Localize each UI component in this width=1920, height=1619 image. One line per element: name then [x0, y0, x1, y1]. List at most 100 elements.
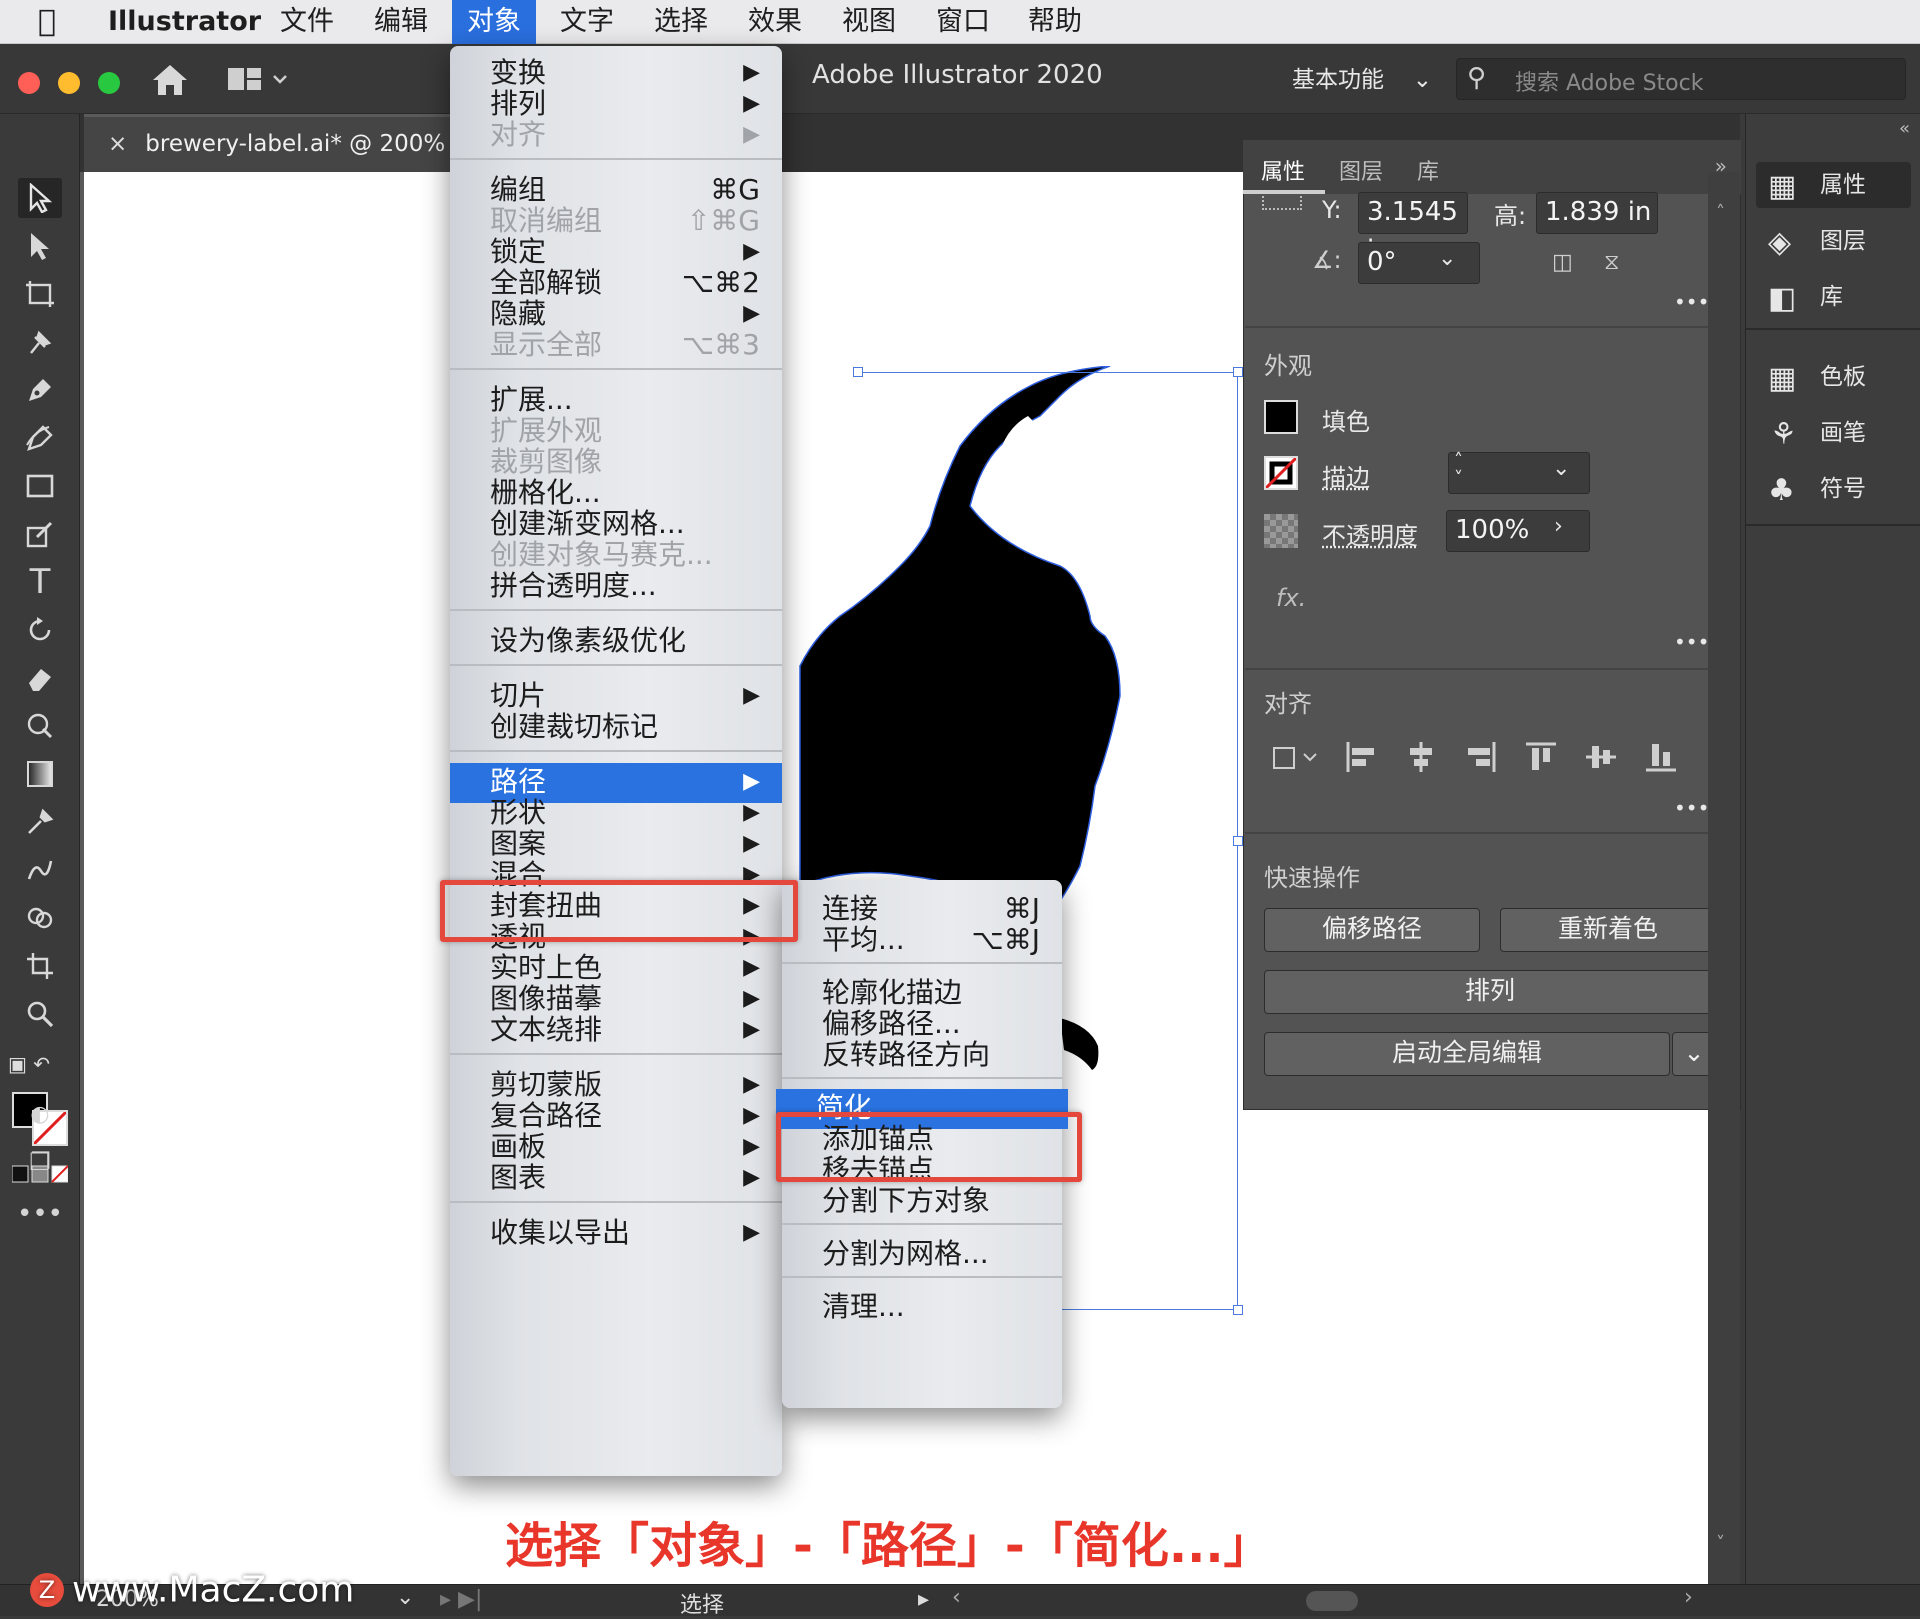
recolor-button[interactable]: 重新着色: [1500, 908, 1716, 952]
pen-tool-icon[interactable]: [18, 370, 62, 410]
arrange-button[interactable]: 排列: [1264, 970, 1716, 1014]
object-menu-item[interactable]: 文本绕排 ▶: [450, 1011, 782, 1049]
fill-color-swatch[interactable]: [1264, 400, 1298, 434]
apple-icon[interactable]: : [38, 0, 56, 44]
selection-handle[interactable]: [1233, 1305, 1243, 1315]
align-center-h-icon[interactable]: [1404, 740, 1438, 774]
flip-vertical-icon[interactable]: ⧖: [1604, 250, 1619, 275]
play-icon[interactable]: ▸: [918, 1587, 929, 1612]
stepper-icon[interactable]: ˄ ˅: [1454, 452, 1463, 488]
curvature-tool-icon[interactable]: [18, 418, 62, 458]
edit-toolbar-icon[interactable]: •••: [17, 1194, 63, 1234]
dock-brushes[interactable]: ⚘ 画笔: [1756, 410, 1911, 456]
object-menu-item[interactable]: 拼合透明度...: [450, 567, 782, 605]
start-global-edit-button[interactable]: 启动全局编辑: [1264, 1032, 1670, 1076]
align-to-icon[interactable]: [1270, 740, 1320, 774]
align-right-icon[interactable]: [1464, 740, 1498, 774]
angle-field[interactable]: 0°: [1358, 242, 1480, 284]
crop-tool-icon[interactable]: [18, 946, 62, 986]
horizontal-scrollbar-thumb[interactable]: [1306, 1591, 1358, 1611]
workspace-switcher[interactable]: 基本功能 ⌄: [1292, 62, 1432, 98]
artboard-nav[interactable]: ▸ ▶|: [440, 1587, 482, 1612]
object-menu-item[interactable]: 收集以导出 ▶: [450, 1214, 782, 1252]
zoom-window-button[interactable]: [98, 72, 120, 94]
search-input[interactable]: 搜索 Adobe Stock: [1515, 65, 1703, 97]
shape-builder-tool-icon[interactable]: [18, 898, 62, 938]
menu-help[interactable]: 帮助: [1028, 0, 1082, 44]
align-left-icon[interactable]: [1344, 740, 1378, 774]
menu-view[interactable]: 视图: [842, 0, 896, 44]
stroke-color-swatch[interactable]: [1264, 456, 1298, 490]
selection-handle[interactable]: [853, 367, 863, 377]
tab-layers[interactable]: 图层: [1339, 154, 1383, 186]
object-menu-item[interactable]: 设为像素级优化: [450, 622, 782, 660]
type-tool-icon[interactable]: T: [18, 562, 62, 602]
shaper-tool-icon[interactable]: [18, 514, 62, 554]
tab-libraries[interactable]: 库: [1417, 154, 1439, 186]
puppet-warp-tool-icon[interactable]: [18, 322, 62, 362]
dock-layers[interactable]: ◈ 图层: [1756, 218, 1911, 264]
eyedropper-tool-icon[interactable]: [18, 802, 62, 842]
home-icon[interactable]: [150, 62, 190, 98]
selection-handle[interactable]: [1233, 367, 1243, 377]
opacity-label[interactable]: 不透明度: [1322, 516, 1418, 551]
eraser-tool-icon[interactable]: [18, 658, 62, 698]
menu-app-name[interactable]: Illustrator: [108, 0, 261, 44]
reference-point-icon[interactable]: [1262, 196, 1302, 210]
swap-fill-stroke-icon[interactable]: ▣ ↶: [8, 1052, 72, 1076]
align-center-v-icon[interactable]: [1584, 740, 1618, 774]
artboard-tool-icon[interactable]: [18, 274, 62, 314]
selection-tool-icon[interactable]: [18, 178, 62, 218]
screen-mode-icon[interactable]: ❐: [18, 1142, 62, 1182]
stock-search[interactable]: ⚲ 搜索 Adobe Stock: [1456, 58, 1906, 100]
dock-libraries[interactable]: ◧ 库: [1756, 274, 1911, 320]
dock-symbols[interactable]: ♣ 符号: [1756, 466, 1911, 512]
direct-selection-tool-icon[interactable]: [18, 226, 62, 266]
path-submenu-item[interactable]: 反转路径方向: [782, 1036, 1062, 1074]
fill-label[interactable]: 填色: [1322, 402, 1370, 437]
menu-select[interactable]: 选择: [654, 0, 708, 44]
chevron-right-icon[interactable]: ›: [1554, 514, 1563, 539]
flip-horizontal-icon[interactable]: ◫: [1552, 250, 1573, 275]
blend-tool-icon[interactable]: [18, 850, 62, 890]
menu-object[interactable]: 对象: [452, 0, 536, 44]
collapse-dock-icon[interactable]: «: [1899, 118, 1910, 139]
more-options-icon[interactable]: •••: [1674, 630, 1709, 654]
close-tab-icon[interactable]: ×: [108, 131, 127, 157]
more-options-icon[interactable]: •••: [1674, 290, 1709, 314]
object-menu-item[interactable]: 创建裁切标记: [450, 708, 782, 746]
path-submenu-item[interactable]: 平均... ⌥⌘J: [782, 921, 1062, 959]
zoom-tool-icon[interactable]: [18, 994, 62, 1034]
effects-button[interactable]: fx.: [1276, 584, 1306, 612]
tab-properties[interactable]: 属性: [1261, 154, 1305, 186]
free-transform-tool-icon[interactable]: [18, 706, 62, 746]
offset-path-button[interactable]: 偏移路径: [1264, 908, 1480, 952]
chevron-up-icon[interactable]: ˄: [1716, 202, 1725, 223]
align-top-icon[interactable]: [1524, 740, 1558, 774]
rectangle-tool-icon[interactable]: [18, 466, 62, 506]
gradient-tool-icon[interactable]: [18, 754, 62, 794]
canvas-vertical-scrollbar[interactable]: ˄ ˅: [1708, 172, 1740, 1584]
chevron-down-icon[interactable]: ⌄: [1438, 246, 1456, 271]
path-submenu-item[interactable]: 分割下方对象: [782, 1182, 1062, 1220]
align-bottom-icon[interactable]: [1644, 740, 1678, 774]
menu-window[interactable]: 窗口: [936, 0, 990, 44]
close-window-button[interactable]: [18, 72, 40, 94]
y-field[interactable]: 3.1545 i: [1358, 192, 1468, 265]
path-submenu-item[interactable]: 清理...: [782, 1288, 1062, 1326]
chevron-down-icon[interactable]: ⌄: [396, 1585, 414, 1610]
menu-file[interactable]: 文件: [280, 0, 334, 44]
menu-effect[interactable]: 效果: [748, 0, 802, 44]
more-options-icon[interactable]: •••: [1674, 796, 1709, 820]
draw-mode-icon[interactable]: ◐: [18, 1094, 62, 1134]
rotate-tool-icon[interactable]: [18, 610, 62, 650]
stroke-label[interactable]: 描边: [1322, 458, 1370, 493]
chevron-down-icon[interactable]: ˅: [1716, 1533, 1725, 1554]
arrange-documents-icon[interactable]: [228, 64, 294, 94]
menu-type[interactable]: 文字: [560, 0, 614, 44]
object-menu-item[interactable]: 图表 ▶: [450, 1159, 782, 1197]
document-tab[interactable]: × brewery-label.ai* @ 200% (CMYK/GPU 预览): [84, 114, 464, 172]
selection-handle[interactable]: [1233, 836, 1243, 846]
chevron-down-icon[interactable]: ⌄: [1552, 456, 1570, 481]
menu-edit[interactable]: 编辑: [374, 0, 428, 44]
